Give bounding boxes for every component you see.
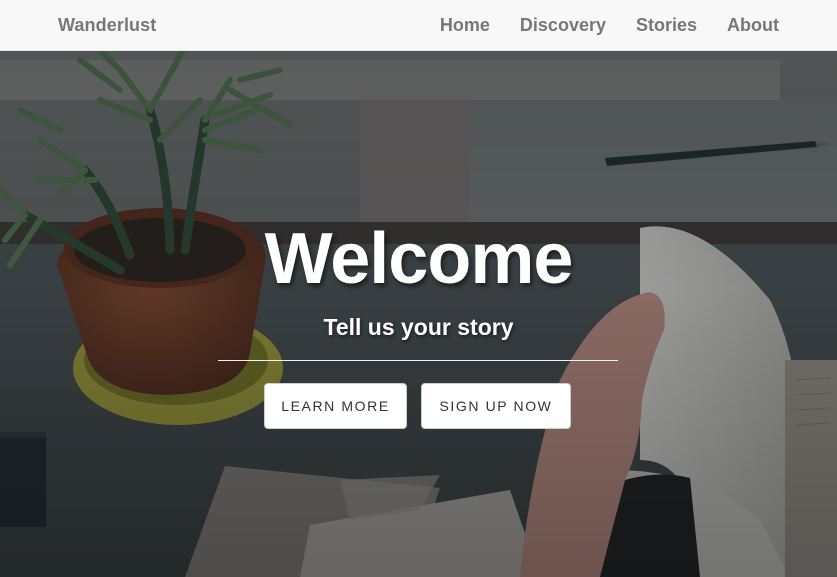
learn-more-button[interactable]: LEARN MORE [264, 383, 407, 429]
landing-page: Wanderlust Home Discovery Stories About … [0, 0, 837, 577]
nav-link-home[interactable]: Home [425, 0, 505, 51]
nav-link-about[interactable]: About [712, 0, 837, 51]
hero-cta-group: LEARN MORE SIGN UP NOW [0, 383, 837, 429]
nav-link-discovery[interactable]: Discovery [505, 0, 621, 51]
sign-up-button[interactable]: SIGN UP NOW [421, 383, 571, 429]
nav-link-stories[interactable]: Stories [621, 0, 712, 51]
nav-links: Home Discovery Stories About [425, 0, 837, 51]
brand-logo-link[interactable]: Wanderlust [58, 15, 156, 36]
hero-headline: Welcome [264, 219, 574, 299]
hero-subtitle: Tell us your story [323, 314, 514, 340]
hero-divider [218, 360, 618, 361]
top-navbar: Wanderlust Home Discovery Stories About [0, 0, 837, 51]
